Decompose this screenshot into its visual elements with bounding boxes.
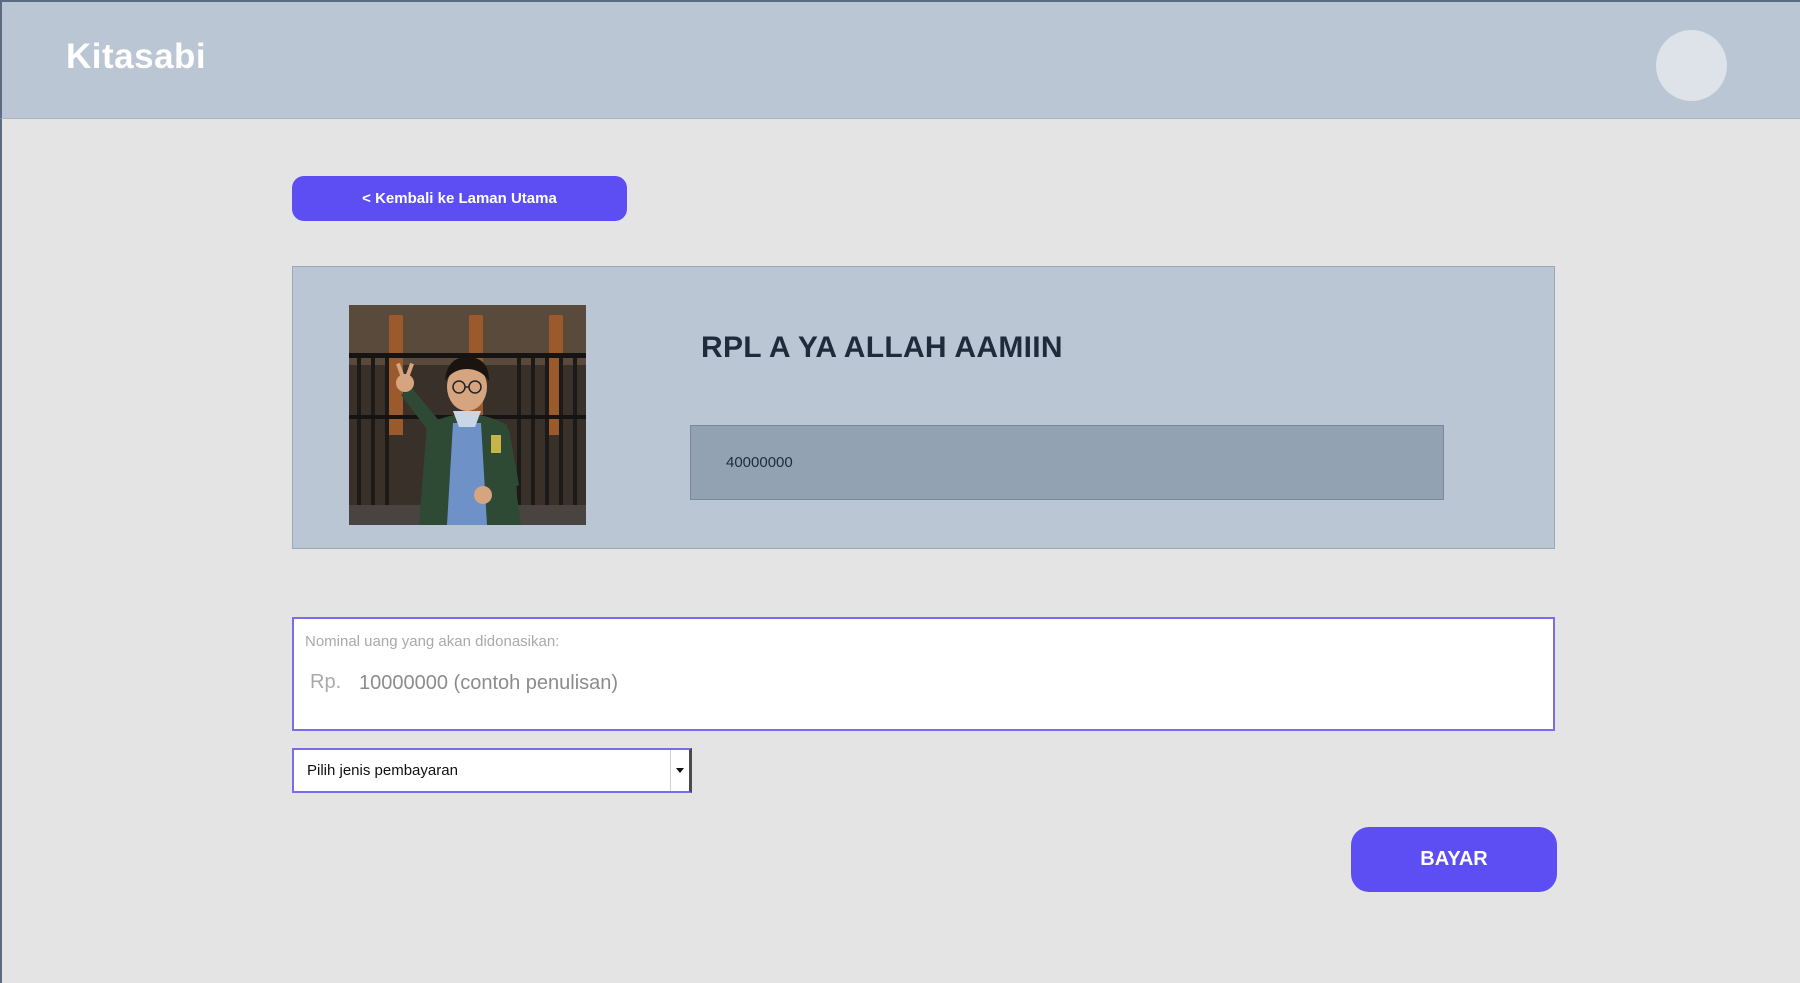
target-amount-value: 40000000 [726, 454, 793, 471]
brand-logo[interactable]: Kitasabi [66, 37, 206, 77]
select-dropdown-toggle[interactable] [670, 750, 689, 791]
campaign-card: RPL A YA ALLAH AAMIIN 40000000 [292, 266, 1555, 549]
campaign-photo [349, 305, 586, 525]
pay-button[interactable]: BAYAR [1351, 827, 1557, 892]
donation-amount-input[interactable] [357, 667, 1511, 699]
payment-method-selected: Pilih jenis pembayaran [307, 762, 458, 779]
back-to-home-button[interactable]: < Kembali ke Laman Utama [292, 176, 627, 221]
chevron-down-icon [676, 768, 684, 773]
window-edge [0, 119, 2, 983]
top-navbar: Kitasabi [0, 0, 1800, 119]
donation-amount-label: Nominal uang yang akan didonasikan: [305, 633, 560, 650]
donation-amount-field[interactable]: Nominal uang yang akan didonasikan: Rp. [292, 617, 1555, 731]
target-amount-box: 40000000 [690, 425, 1444, 500]
payment-method-select[interactable]: Pilih jenis pembayaran [292, 748, 692, 793]
currency-prefix: Rp. [310, 671, 342, 693]
user-avatar-icon[interactable] [1656, 30, 1727, 101]
campaign-photo-image [349, 305, 586, 525]
campaign-title: RPL A YA ALLAH AAMIIN [701, 331, 1063, 364]
